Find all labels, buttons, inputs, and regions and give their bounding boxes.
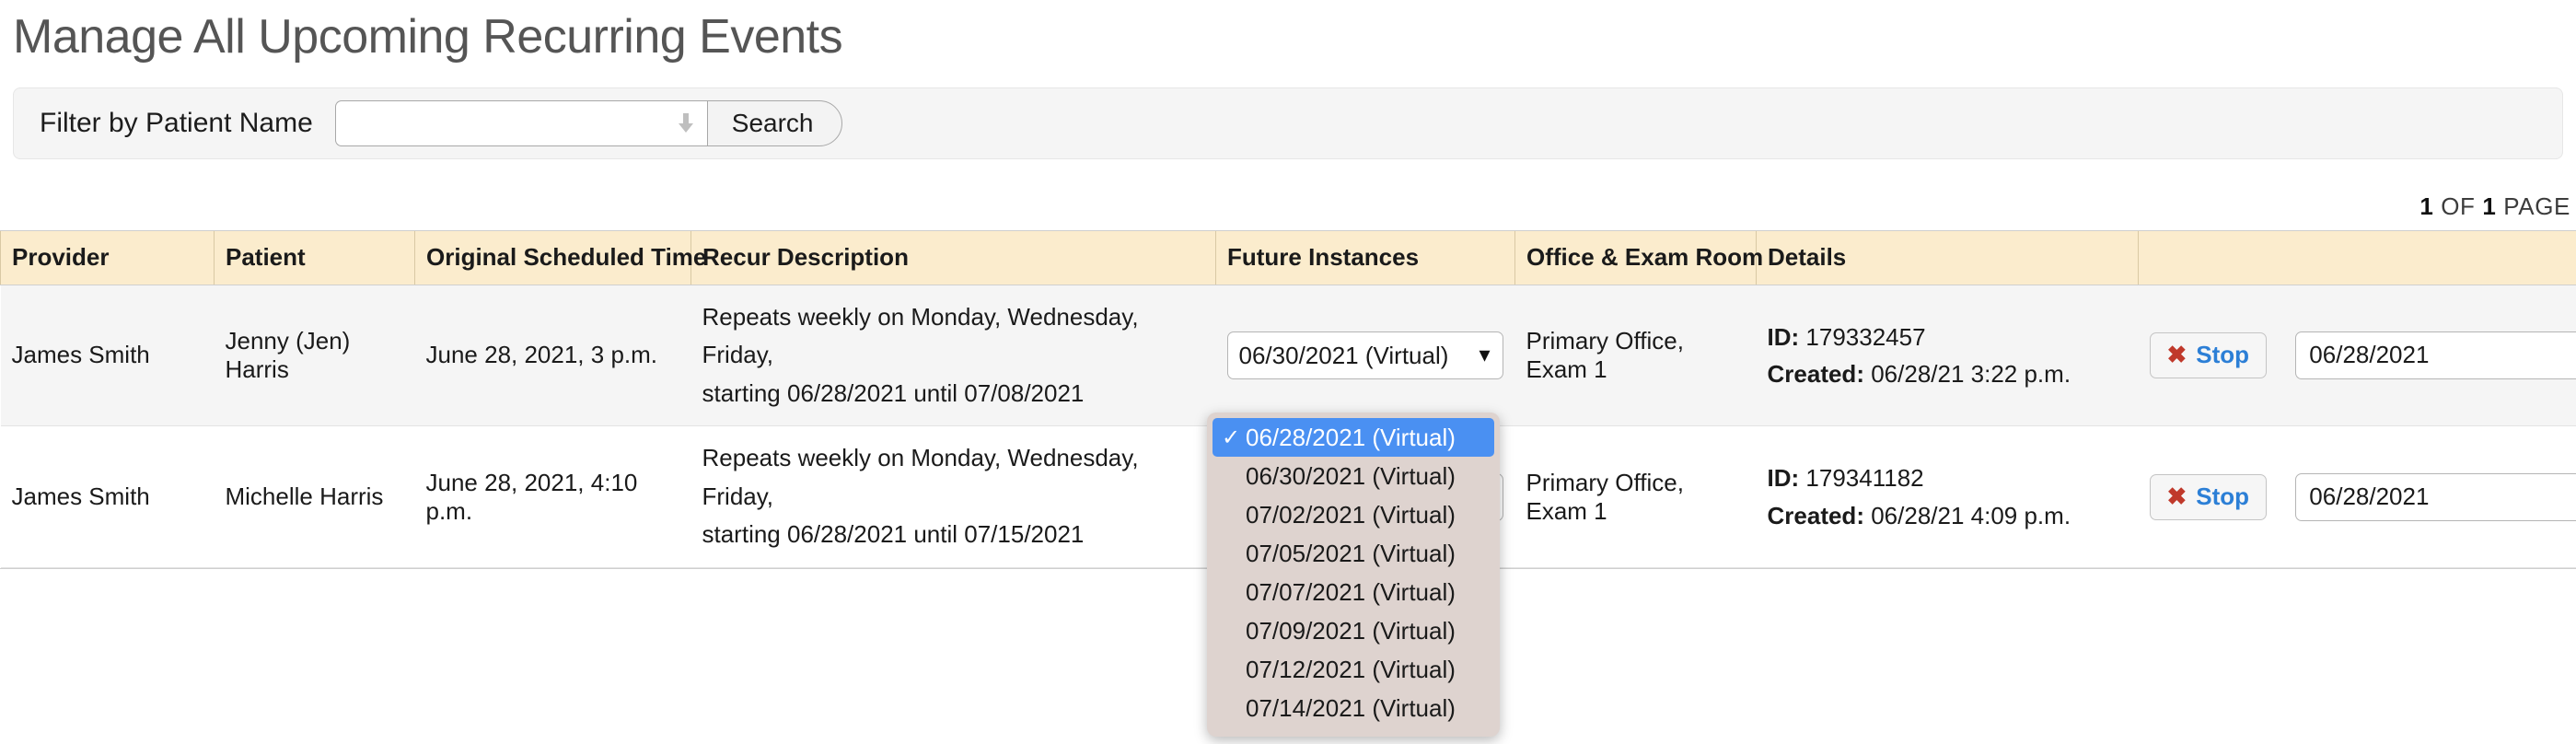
dropdown-option[interactable]: 07/09/2021 (Virtual) — [1213, 611, 1494, 650]
column-header-office-exam-room: Office & Exam Room — [1514, 231, 1763, 285]
dropdown-option-label: 07/09/2021 (Virtual) — [1246, 616, 1456, 645]
dropdown-option[interactable]: 07/05/2021 (Virtual) — [1213, 534, 1494, 573]
page-title: Manage All Upcoming Recurring Events — [13, 10, 843, 64]
future-instances-dropdown-popup[interactable]: ✓ 06/28/2021 (Virtual) 06/30/2021 (Virtual… — [1207, 413, 1500, 737]
recur-description-line-2: starting 06/28/2021 until 07/15/2021 — [702, 520, 1085, 549]
pagination-summary: 1 OF 1 PAGE — [0, 192, 2570, 221]
close-x-icon: ✖ — [2166, 482, 2187, 511]
dropdown-option[interactable]: 07/02/2021 (Virtual) — [1213, 495, 1494, 534]
dropdown-option-label: 07/07/2021 (Virtual) — [1246, 577, 1456, 606]
column-header-actions — [2138, 231, 2576, 285]
search-button[interactable]: Search — [706, 100, 842, 146]
dropdown-option-label: 07/02/2021 (Virtual) — [1246, 500, 1456, 529]
cell-details: ID: 179332457 Created: 06/28/21 3:22 p.m… — [1756, 285, 2139, 427]
dropdown-option-label: 06/30/2021 (Virtual) — [1246, 461, 1456, 490]
cell-recur-description: Repeats weekly on Monday, Wednesday, Fri… — [690, 285, 1216, 427]
stop-button-label: Stop — [2196, 341, 2250, 369]
stop-button[interactable]: ✖ Stop — [2149, 331, 2268, 378]
details-created-value: 06/28/21 4:09 p.m. — [1871, 501, 2071, 529]
stop-date-input[interactable] — [2295, 472, 2576, 521]
check-icon: ✓ — [1222, 424, 1241, 450]
close-x-icon: ✖ — [2166, 341, 2187, 369]
future-instances-select-shell: 06/30/2021 (Virtual) ▾ — [1226, 331, 1503, 379]
table-row: James Smith Jenny (Jen) Harris June 28, … — [0, 285, 2576, 427]
pagination-current-page: 1 — [2419, 192, 2434, 220]
cell-office-exam-room: Primary Office, Exam 1 — [1514, 285, 1757, 427]
dropdown-option[interactable]: 07/14/2021 (Virtual) — [1213, 689, 1494, 727]
dropdown-option[interactable]: 07/07/2021 (Virtual) — [1213, 573, 1494, 611]
column-header-recur-description: Recur Description — [690, 231, 1216, 285]
cell-patient: Michelle Harris — [214, 425, 415, 569]
cell-recur-description: Repeats weekly on Monday, Wednesday, Fri… — [690, 425, 1216, 569]
pagination-total-pages: 1 — [2482, 192, 2497, 220]
dropdown-option-label: 06/28/2021 (Virtual) — [1246, 423, 1456, 451]
cell-provider: James Smith — [0, 425, 215, 569]
cell-actions: ✖ Stop — [2138, 425, 2576, 569]
dropdown-option-label: 07/05/2021 (Virtual) — [1246, 539, 1456, 567]
stop-date-input[interactable] — [2295, 331, 2576, 379]
dropdown-option[interactable]: ✓ 06/28/2021 (Virtual) — [1213, 418, 1494, 457]
details-id-line: ID: 179341182 — [1768, 459, 2128, 496]
cell-provider: James Smith — [0, 285, 215, 427]
recur-description-line-1: Repeats weekly on Monday, Wednesday, Fri… — [702, 444, 1139, 510]
cell-patient: Jenny (Jen) Harris — [214, 285, 415, 427]
details-id-line: ID: 179332457 — [1768, 319, 2128, 355]
table-header-row: Provider Patient Original Scheduled Time… — [0, 231, 2576, 285]
cell-original-scheduled-time: June 28, 2021, 4:10 p.m. — [414, 425, 691, 569]
details-id-label: ID: — [1767, 322, 1800, 351]
cell-details: ID: 179341182 Created: 06/28/21 4:09 p.m… — [1756, 425, 2139, 569]
details-created-line: Created: 06/28/21 4:09 p.m. — [1768, 497, 2128, 534]
search-field — [334, 100, 707, 146]
column-header-patient: Patient — [214, 231, 415, 285]
dropdown-option-label: 07/12/2021 (Virtual) — [1246, 655, 1456, 683]
table-header: Provider Patient Original Scheduled Time… — [0, 231, 2576, 285]
dropdown-option[interactable]: 06/30/2021 (Virtual) — [1213, 457, 1494, 495]
pagination-pages-word: PAGE — [2503, 192, 2570, 220]
details-id-value: 179341182 — [1805, 464, 1924, 493]
cell-future-instances: 06/30/2021 (Virtual) ▾ — [1215, 285, 1515, 427]
recur-description-line-2: starting 06/28/2021 until 07/08/2021 — [702, 378, 1085, 407]
details-created-line: Created: 06/28/21 3:22 p.m. — [1768, 355, 2128, 392]
filter-bar: Filter by Patient Name Search — [13, 87, 2563, 159]
search-control-group: Search — [334, 100, 842, 146]
details-id-value: 179332457 — [1805, 322, 1926, 351]
dropdown-option-label: 07/14/2021 (Virtual) — [1246, 693, 1456, 722]
column-header-provider: Provider — [0, 231, 215, 285]
column-header-future-instances: Future Instances — [1215, 231, 1515, 285]
search-input[interactable] — [334, 100, 707, 146]
details-created-label: Created: — [1767, 501, 1864, 529]
details-created-label: Created: — [1767, 359, 1864, 388]
column-header-details: Details — [1756, 231, 2139, 285]
column-header-original-scheduled-time: Original Scheduled Time — [414, 231, 706, 285]
recur-description-line-1: Repeats weekly on Monday, Wednesday, Fri… — [702, 302, 1139, 369]
cell-office-exam-room: Primary Office, Exam 1 — [1514, 425, 1757, 569]
dropdown-option[interactable]: 07/12/2021 (Virtual) — [1213, 650, 1494, 689]
details-created-value: 06/28/21 3:22 p.m. — [1871, 359, 2071, 388]
pagination-of-text: OF — [2441, 192, 2476, 220]
future-instances-select[interactable]: 06/30/2021 (Virtual) — [1226, 331, 1503, 379]
filter-by-patient-name-label: Filter by Patient Name — [40, 108, 313, 138]
details-id-label: ID: — [1767, 464, 1800, 493]
cell-actions: ✖ Stop — [2138, 285, 2576, 427]
cell-original-scheduled-time: June 28, 2021, 3 p.m. — [414, 285, 691, 427]
stop-button-label: Stop — [2196, 482, 2250, 511]
stop-button[interactable]: ✖ Stop — [2149, 473, 2268, 520]
